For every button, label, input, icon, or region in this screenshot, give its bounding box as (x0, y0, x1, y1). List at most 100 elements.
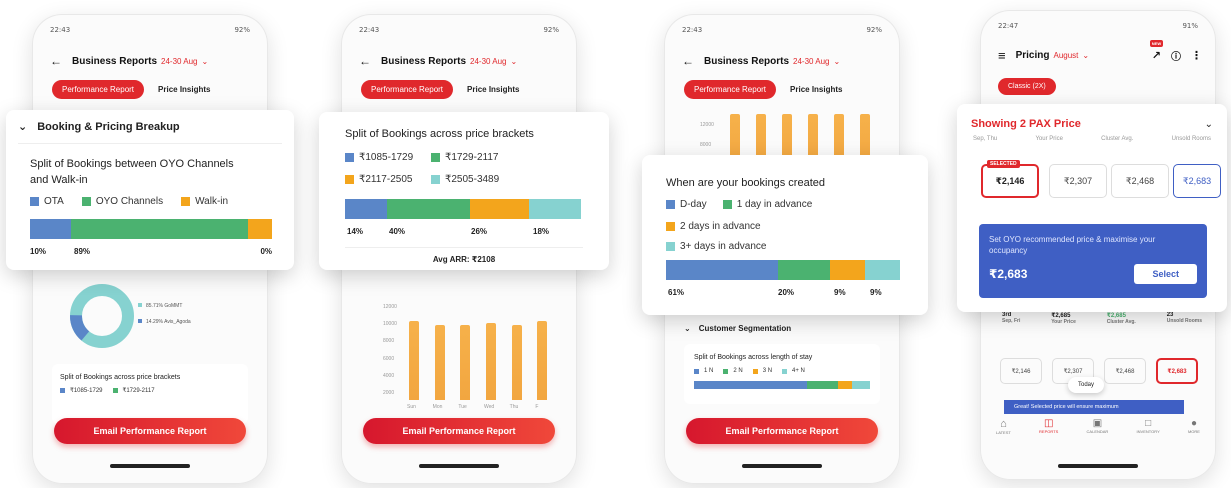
x-tick-label: F (535, 404, 539, 410)
legend-d-day: D-day (680, 199, 707, 210)
pct-label-2days: 9% (834, 288, 846, 297)
trend-icon[interactable]: ↗ NEW (1149, 39, 1164, 62)
back-arrow-icon[interactable]: ← (50, 54, 62, 68)
x-tick-label: Wed (484, 404, 495, 410)
legend-oyo-channels: OYO Channels (95, 196, 164, 207)
col-header-date: Sep, Thu (973, 136, 998, 142)
legend-swatch-bracket-4 (431, 175, 440, 184)
pct-label-ota: 10% (30, 247, 47, 256)
length-of-stay-card: Split of Bookings across length of stay … (684, 344, 880, 404)
tab-price-insights[interactable]: Price Insights (158, 85, 210, 94)
price-option[interactable]: ₹2,307 (1049, 164, 1107, 198)
y-tick-label: 4000 (383, 372, 395, 379)
tab-price-insights[interactable]: Price Insights (467, 85, 519, 94)
legend-swatch-2days (666, 222, 675, 231)
legend-1-day: 1 day in advance (736, 199, 813, 210)
home-indicator (419, 464, 499, 468)
tab-performance-report[interactable]: Performance Report (52, 80, 145, 99)
tab-price-insights[interactable]: Price Insights (790, 85, 842, 94)
bottom-legend-1: ₹1085-1729 (70, 388, 103, 394)
column-headers: Sep, Thu Your Price Cluster Avg. Unsold … (957, 136, 1227, 142)
legend-swatch-gommt (138, 303, 142, 307)
nav-latest[interactable]: ⌂ LATEST (996, 418, 1011, 435)
more-options-icon[interactable]: ⋮ (1191, 49, 1202, 62)
customer-segmentation-header[interactable]: ⌄ Customer Segmentation (684, 324, 791, 333)
donut-legend-gommt: 85.71% GoMMT (146, 303, 182, 309)
back-arrow-icon[interactable]: ← (359, 54, 371, 68)
col-header-unsold: Unsold Rooms (1171, 136, 1211, 142)
channel-stacked-bar (30, 219, 272, 239)
small-price-option[interactable]: ₹2,468 (1104, 358, 1146, 384)
nav-calendar[interactable]: ▣ CALENDAR (1087, 418, 1109, 435)
date-range-dropdown[interactable]: 24-30 Aug (161, 57, 197, 66)
page-title: Business Reports (72, 55, 158, 67)
y-tick-12000: 12000 (700, 122, 714, 128)
row-day-sub: Sep, Fri (1002, 318, 1021, 324)
booking-lead-time-card: When are your bookings created D-day 1 d… (642, 155, 928, 315)
stay-legend-2n: 2 N (733, 368, 743, 374)
page-title: Business Reports (381, 55, 467, 67)
price-option[interactable]: ₹2,468 (1111, 164, 1169, 198)
booking-pricing-breakup-card: ⌄ Booking & Pricing Breakup Split of Boo… (6, 110, 294, 270)
row-cluster-avg-label: Cluster Avg. (1106, 319, 1136, 325)
date-range-dropdown[interactable]: 24-30 Aug (793, 57, 829, 66)
email-performance-report-button[interactable]: Email Performance Report (54, 418, 246, 444)
small-price-row: ₹2,146 ₹2,307 ₹2,468 ₹2,683 (1000, 358, 1210, 388)
section-title: Customer Segmentation (698, 324, 792, 333)
tab-performance-report[interactable]: Performance Report (684, 80, 777, 99)
nav-inventory[interactable]: □ INVENTORY (1137, 418, 1160, 435)
chevron-down-icon[interactable]: ⌄ (1205, 119, 1213, 130)
back-arrow-icon[interactable]: ← (682, 54, 694, 68)
nav-reports[interactable]: ◫ REPORTS (1039, 418, 1058, 435)
bar-f (537, 321, 548, 400)
home-indicator (1058, 464, 1138, 468)
price-brackets-title: Split of Bookings across price brackets (345, 128, 534, 140)
date-range-dropdown[interactable]: 24-30 Aug (470, 57, 506, 66)
chip-classic-2x[interactable]: Classic (2X) (998, 78, 1056, 95)
email-performance-report-button[interactable]: Email Performance Report (686, 418, 878, 444)
legend-swatch-walkin (181, 197, 191, 206)
channel-chart-title: Split of Bookings between OYO Channels a… (30, 158, 234, 186)
hamburger-menu-icon[interactable]: ≡ (998, 48, 1006, 63)
reports-icon: ◫ (1043, 418, 1054, 429)
nav-more[interactable]: ● MORE (1188, 418, 1200, 435)
bar-segment-bracket-4 (529, 199, 581, 219)
avg-arr-label: Avg ARR: ₹2108 (432, 255, 496, 264)
bar-segment-bracket-2 (387, 199, 471, 219)
price-option-selected[interactable]: SELECTED ₹2,146 (981, 160, 1039, 198)
help-icon[interactable]: ⓘ (1171, 48, 1181, 63)
home-indicator (110, 464, 190, 468)
legend-walk-in: Walk-in (195, 196, 229, 207)
stage: 22:43 92% ← Business Reports 24-30 Aug ⌄ P… (0, 0, 1231, 488)
row-your-price: ₹2,685 (1051, 313, 1071, 319)
small-price-option[interactable]: ₹2,146 (1000, 358, 1042, 384)
bar-segment-ota (30, 219, 72, 239)
recommended-price-banner: Set OYO recommended price & maximise you… (979, 224, 1207, 298)
row-unsold-label: Unsold Rooms (1166, 318, 1202, 324)
stay-chart-title: Split of Bookings across length of stay (694, 354, 813, 361)
price-bracket-mini-card: Split of Bookings across price brackets … (52, 364, 248, 424)
price-brackets-card: Split of Bookings across price brackets … (319, 112, 609, 270)
collapse-chevron-icon[interactable]: ⌄ (18, 120, 27, 133)
today-pill[interactable]: Today (1068, 377, 1105, 393)
app-header: ≡ Pricing August ⌄ ↗ NEW ⓘ ⋮ (998, 39, 1202, 64)
small-price-selected[interactable]: ₹2,683 (1156, 358, 1198, 384)
email-performance-report-button[interactable]: Email Performance Report (363, 418, 555, 444)
pct-label-bracket-1: 14% (347, 227, 364, 236)
tab-performance-report[interactable]: Performance Report (361, 80, 454, 99)
month-dropdown[interactable]: August (1054, 51, 1079, 60)
row-cluster-avg: ₹2,685 (1106, 313, 1126, 319)
status-bar: 22:43 92% (50, 26, 250, 38)
bar-thu (511, 325, 522, 400)
status-bar: 22:43 92% (359, 26, 559, 38)
status-battery: 92% (866, 26, 882, 34)
y-tick-label: 8000 (383, 338, 395, 345)
app-header: ← Business Reports 24-30 Aug ⌄ (682, 52, 886, 70)
bar-tue (460, 325, 471, 400)
select-button[interactable]: Select (1134, 264, 1197, 284)
pct-label-bracket-2: 40% (389, 227, 406, 236)
report-tabs: Performance Report Price Insights (361, 80, 520, 99)
legend-swatch-1day (722, 200, 732, 209)
price-option-recommended[interactable]: ₹2,683 (1173, 164, 1221, 198)
report-tabs: Performance Report Price Insights (684, 80, 843, 99)
